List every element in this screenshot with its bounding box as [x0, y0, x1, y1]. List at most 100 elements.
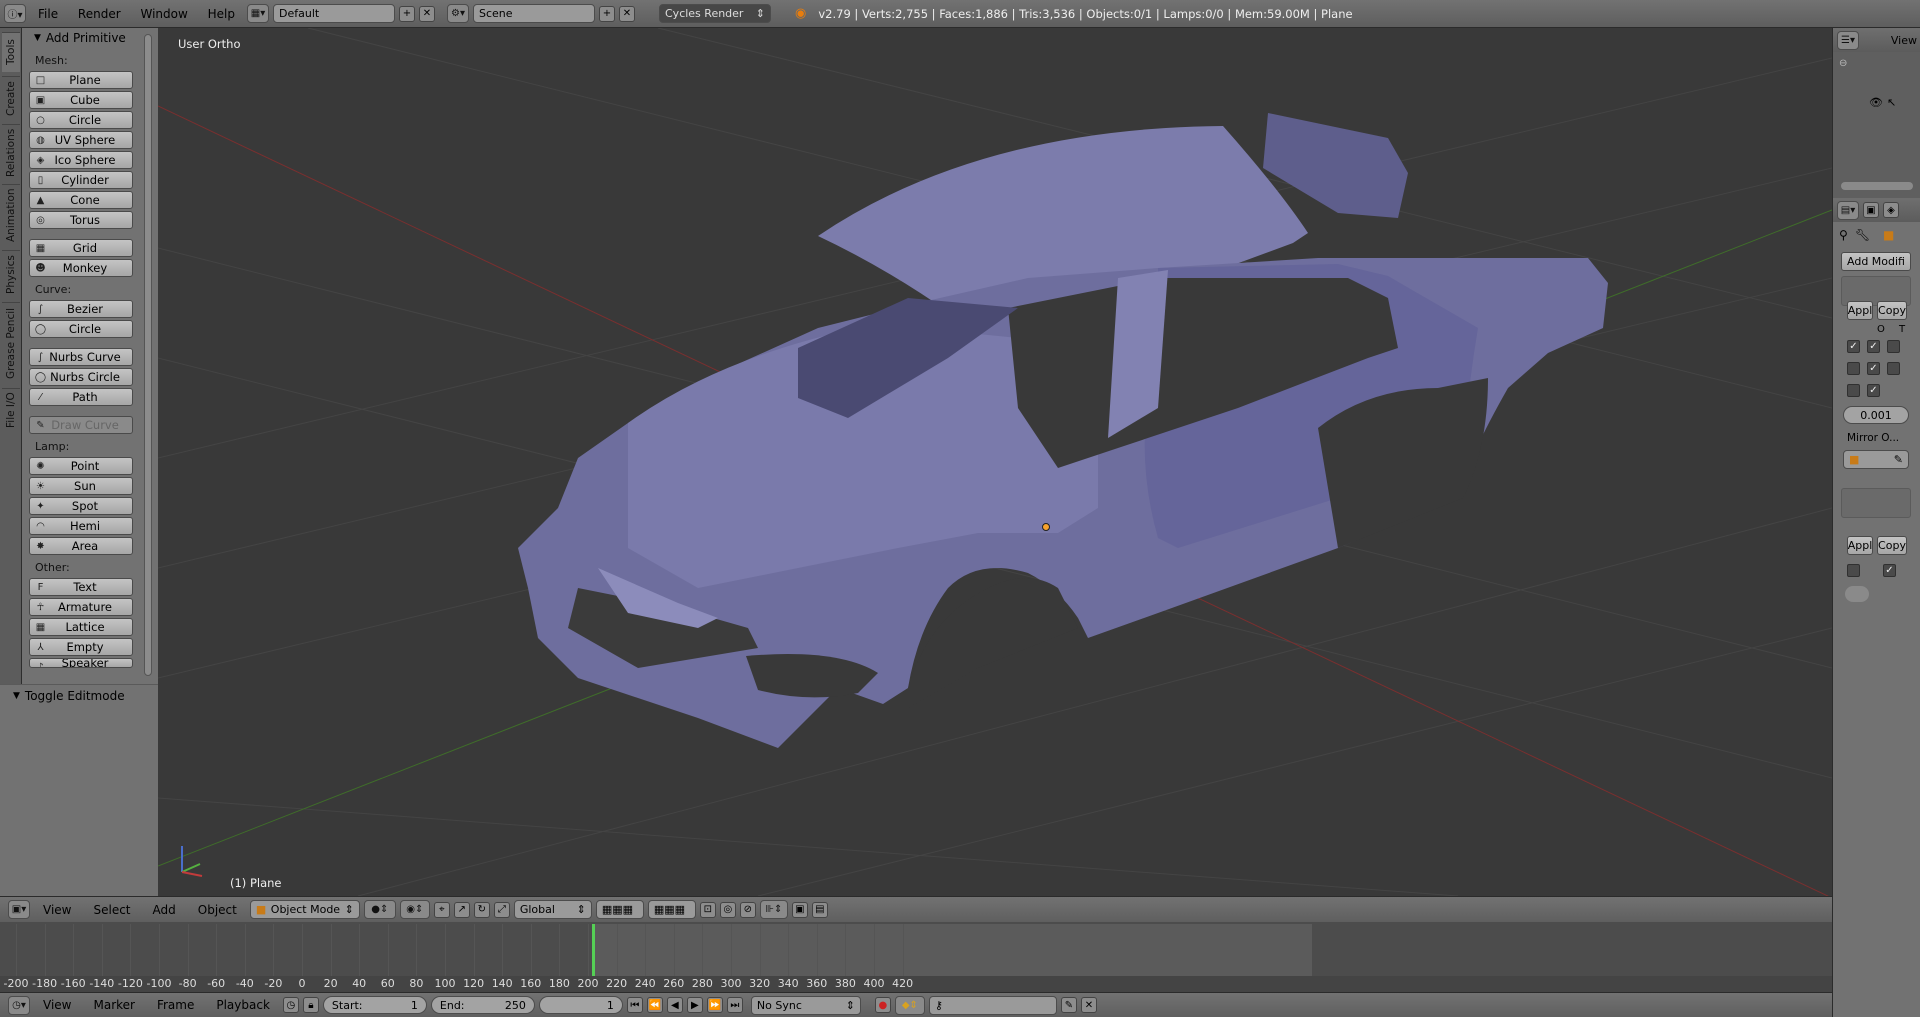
menu-marker[interactable]: Marker [84, 998, 143, 1012]
axis-x-checkbox[interactable]: ✓ [1847, 340, 1860, 353]
tab-grease-pencil[interactable]: Grease Pencil [2, 302, 20, 384]
lock-camera-icon[interactable]: ⊡ [699, 901, 716, 918]
toggle-switch[interactable] [1845, 586, 1869, 602]
end-frame-field[interactable]: End: 250 [430, 996, 535, 1014]
scene-icon[interactable]: ⚙▾ [447, 4, 469, 23]
shelf-scrollbar[interactable] [144, 34, 152, 676]
scale-manipulator-icon[interactable]: ⤢ [493, 901, 510, 918]
add-nurbs-curve-button[interactable]: ∫ Nurbs Curve [29, 348, 133, 366]
timeline-area[interactable]: -200 -180 -160 -140 -120 -100 -80 -60 -40 -20 0 20 4… [0, 922, 1832, 992]
scene-field[interactable]: Scene [473, 4, 595, 23]
add-lattice-button[interactable]: ▦ Lattice [29, 618, 133, 636]
flip-x-checkbox[interactable] [1887, 340, 1900, 353]
record-icon[interactable]: ● [874, 997, 891, 1013]
add-circle-button[interactable]: ○ Circle [29, 111, 133, 129]
layers-grid-2[interactable]: ▦▦▦ [647, 900, 696, 919]
add-point-lamp-button[interactable]: ✺ Point [29, 457, 133, 475]
delete-keyframe-icon[interactable]: ✕ [1080, 997, 1097, 1013]
3d-viewport[interactable]: User Ortho (1) Plane [158, 28, 1832, 896]
add-ico-sphere-button[interactable]: ◈ Ico Sphere [29, 151, 133, 169]
add-path-button[interactable]: ⁄ Path [29, 388, 133, 406]
interaction-mode-select[interactable]: ■ Object Mode ⇕ [249, 900, 360, 919]
menu-select[interactable]: Select [84, 903, 139, 917]
add-scene-icon[interactable]: + [599, 5, 615, 22]
timeline-editor-icon[interactable]: ◷▾ [8, 995, 30, 1015]
sync-mode-select[interactable]: No Sync ⇕ [750, 995, 861, 1015]
mirror-object-field[interactable]: ■ ✎ [1843, 450, 1909, 469]
screen-layout-icon[interactable]: ▦▾ [247, 4, 269, 23]
jump-keyframe-back-icon[interactable]: ⏪ [646, 997, 663, 1013]
add-empty-button[interactable]: ⅄ Empty [29, 638, 133, 656]
opengl-anim-icon[interactable]: ▤ [811, 901, 828, 918]
translate-manipulator-icon[interactable]: ↗ [453, 901, 470, 918]
info-editor-icon[interactable]: ⓘ▾ [4, 4, 26, 23]
add-torus-button[interactable]: ◎ Torus [29, 211, 133, 229]
play-icon[interactable]: ▶ [686, 997, 703, 1013]
jump-start-icon[interactable]: ⏮ [626, 997, 643, 1013]
remove-scene-icon[interactable]: ✕ [619, 5, 635, 22]
tab-create[interactable]: Create [2, 76, 20, 120]
flip-y-checkbox[interactable] [1887, 362, 1900, 375]
bisect-y-checkbox[interactable]: ✓ [1867, 362, 1880, 375]
viewport-canvas[interactable] [158, 28, 1832, 896]
current-frame-cursor[interactable] [592, 924, 595, 976]
pin-icon[interactable]: ⚲ [1839, 228, 1848, 242]
lock-range-icon[interactable]: 🔒︎ [302, 997, 319, 1013]
add-primitive-header[interactable]: ▼ Add Primitive [22, 28, 158, 48]
add-cylinder-button[interactable]: ▯ Cylinder [29, 171, 133, 189]
menu-file[interactable]: File [30, 7, 66, 21]
add-nurbs-circle-button[interactable]: ◯ Nurbs Circle [29, 368, 133, 386]
option-checkbox-2[interactable]: ✓ [1883, 564, 1896, 577]
opengl-render-icon[interactable]: ▣ [791, 901, 808, 918]
object-icon[interactable]: ■ [1883, 228, 1894, 242]
remove-layout-icon[interactable]: ✕ [419, 5, 435, 22]
keying-icon[interactable]: ◆⇕ [894, 995, 925, 1015]
add-monkey-button[interactable]: ☻ Monkey [29, 259, 133, 277]
render-engine-select[interactable]: Cycles Render ⇕ [659, 4, 771, 23]
add-bezier-button[interactable]: ∫ Bezier [29, 300, 133, 318]
properties-editor-icon[interactable]: ▤▾ [1837, 200, 1859, 220]
outliner-editor-icon[interactable]: ☰▾ [1837, 30, 1859, 50]
car-body-model[interactable] [518, 113, 1608, 748]
axis-y-checkbox[interactable] [1847, 362, 1860, 375]
eye-icon[interactable]: 👁︎ [1869, 96, 1883, 109]
toggle-editmode-header[interactable]: ▼ Toggle Editmode [0, 684, 158, 706]
proportional-edit-icon[interactable]: ◎ [719, 901, 736, 918]
add-layout-icon[interactable]: + [399, 5, 415, 22]
keying-set-field[interactable]: ⚷ [928, 995, 1057, 1015]
snap-element-icon[interactable]: ⊪⇕ [759, 900, 788, 919]
apply-button-1[interactable]: Appl [1847, 301, 1873, 320]
viewport-shading-icon[interactable]: ●⇕ [363, 900, 396, 919]
apply-button-2[interactable]: Appl [1847, 536, 1873, 555]
frame-ruler[interactable]: -200 -180 -160 -140 -120 -100 -80 -60 -40 -20 0 20 4… [0, 976, 1832, 992]
menu-frame[interactable]: Frame [148, 998, 203, 1012]
add-plane-button[interactable]: □ Plane [29, 71, 133, 89]
current-frame-field[interactable]: 1 [538, 996, 623, 1014]
menu-view[interactable]: View [34, 998, 80, 1012]
manipulator-toggle-icon[interactable]: ⌖ [433, 901, 450, 918]
outliner-scrollbar[interactable] [1841, 182, 1913, 190]
merge-limit-field[interactable]: 0.001 [1843, 406, 1909, 424]
layers-grid[interactable]: ▦▦▦ [595, 900, 644, 919]
add-modifier-button[interactable]: Add Modifi [1841, 252, 1911, 271]
add-cube-button[interactable]: ▣ Cube [29, 91, 133, 109]
jump-end-icon[interactable]: ⏭ [726, 997, 743, 1013]
menu-object[interactable]: Object [189, 903, 246, 917]
copy-button-1[interactable]: Copy [1877, 301, 1907, 320]
insert-keyframe-icon[interactable]: ✎ [1060, 997, 1077, 1013]
render-tab-icon[interactable]: ▣ [1863, 202, 1879, 218]
play-reverse-icon[interactable]: ◀ [666, 997, 683, 1013]
menu-add[interactable]: Add [144, 903, 185, 917]
bisect-z-checkbox[interactable]: ✓ [1867, 384, 1880, 397]
jump-keyframe-forward-icon[interactable]: ⏩ [706, 997, 723, 1013]
pivot-point-icon[interactable]: ◉⇕ [399, 900, 430, 919]
tab-file-io[interactable]: File I/O [2, 388, 20, 432]
copy-button-2[interactable]: Copy [1877, 536, 1907, 555]
add-grid-button[interactable]: ▦ Grid [29, 239, 133, 257]
add-armature-button[interactable]: ☥ Armature [29, 598, 133, 616]
tab-tools[interactable]: Tools [2, 32, 20, 72]
tab-animation[interactable]: Animation [2, 184, 20, 246]
cursor-icon[interactable]: ↖ [1887, 96, 1896, 109]
editor-type-icon[interactable]: ▣▾ [8, 900, 30, 919]
tab-physics[interactable]: Physics [2, 250, 20, 298]
